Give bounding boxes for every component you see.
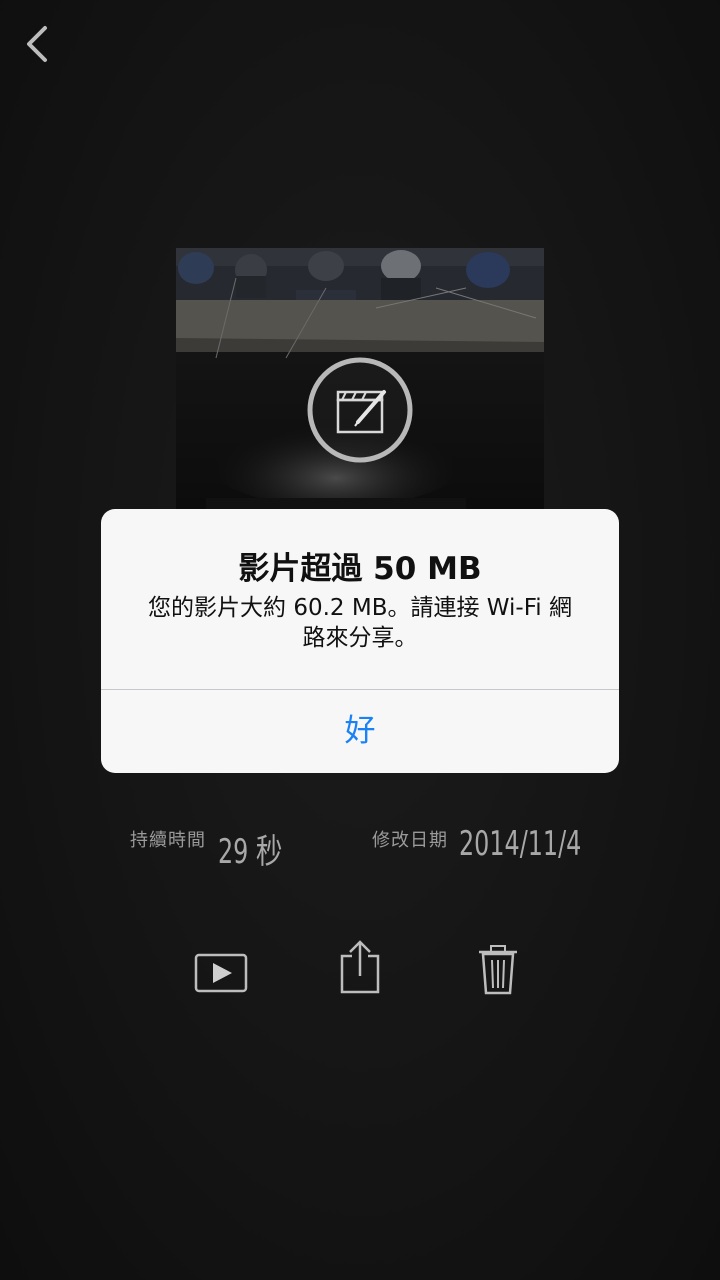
back-button[interactable] [18, 22, 62, 66]
alert-message-line-1: 您的影片大約 60.2 MB。請連接 Wi-Fi 網 [148, 595, 572, 621]
trash-icon [479, 945, 517, 995]
share-icon [340, 940, 380, 994]
edit-video-button[interactable] [306, 356, 414, 464]
chevron-left-icon [27, 26, 47, 62]
file-too-large-alert: 影片超過 50 MB 您的影片大約 60.2 MB。請連接 Wi-Fi 網 路來… [101, 509, 619, 773]
video-detail-screen: 持續時間 29 秒 修改日期 2014/11/4 影片超過 50 MB 您的影片… [0, 0, 720, 1280]
duration-value: 29 秒 [218, 832, 283, 872]
modified-date-label: 修改日期 [372, 830, 448, 851]
delete-button[interactable] [470, 940, 526, 1000]
share-button[interactable] [332, 936, 388, 1000]
play-button[interactable] [190, 944, 252, 1000]
alert-ok-button[interactable]: 好 [101, 690, 619, 773]
alert-message-line-2: 路來分享。 [302, 625, 418, 651]
modified-date-value: 2014/11/4 [459, 824, 582, 864]
alert-title: 影片超過 50 MB [238, 551, 482, 587]
alert-message: 您的影片大約 60.2 MB。請連接 Wi-Fi 網 路來分享。 [125, 593, 595, 653]
clapperboard-edit-icon [307, 357, 413, 463]
play-icon [194, 953, 248, 993]
duration-label: 持續時間 [130, 830, 206, 851]
